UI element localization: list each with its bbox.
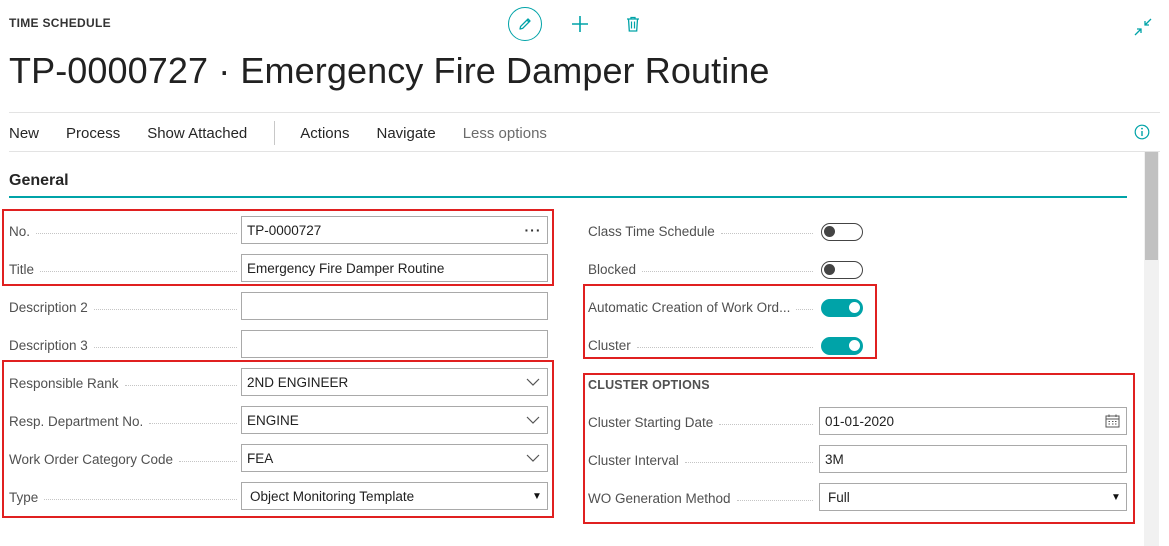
delete-button[interactable] (624, 13, 642, 35)
no-field[interactable]: TP-0000727 ··· (241, 216, 548, 244)
auto-creation-toggle[interactable] (821, 299, 863, 317)
title-divider (9, 112, 1160, 113)
action-separator (274, 121, 276, 145)
responsible-rank-field-label: Responsible Rank (9, 374, 237, 392)
dropdown-caret-icon[interactable]: ▼ (527, 491, 547, 502)
type-select[interactable]: Object Monitoring Template ▼ (241, 482, 548, 510)
process-action[interactable]: Process (66, 125, 120, 142)
section-title-general[interactable]: General (9, 172, 69, 190)
cluster-starting-date-field[interactable]: 01-01-2020 (819, 407, 1127, 435)
resp-department-field-label: Resp. Department No. (9, 412, 237, 430)
actionbar-divider (9, 151, 1160, 152)
no-field-label: No. (9, 222, 237, 240)
title-field[interactable]: Emergency Fire Damper Routine (241, 254, 548, 282)
plus-icon (572, 16, 588, 32)
wo-generation-method-select[interactable]: Full ▼ (819, 483, 1127, 511)
class-time-schedule-label: Class Time Schedule (588, 222, 813, 240)
class-time-schedule-toggle[interactable] (821, 223, 863, 241)
description3-field[interactable] (241, 330, 548, 358)
new-button[interactable] (569, 13, 591, 35)
action-bar: New Process Show Attached Actions Naviga… (9, 116, 574, 150)
section-underline (9, 196, 1127, 198)
chevron-down-icon[interactable] (519, 445, 547, 471)
navigate-menu[interactable]: Navigate (376, 125, 435, 142)
responsible-rank-field[interactable]: 2ND ENGINEER (241, 368, 548, 396)
edit-button[interactable] (508, 7, 542, 41)
resp-department-field[interactable]: ENGINE (241, 406, 548, 434)
page-caption: TIME SCHEDULE (9, 16, 111, 30)
new-action[interactable]: New (9, 125, 39, 142)
blocked-toggle[interactable] (821, 261, 863, 279)
cluster-label: Cluster (588, 336, 813, 354)
calendar-icon[interactable] (1098, 408, 1126, 434)
info-button[interactable] (1134, 124, 1150, 140)
cluster-interval-label: Cluster Interval (588, 451, 813, 469)
type-field-label: Type (9, 488, 237, 506)
chevron-down-icon[interactable] (519, 407, 547, 433)
trash-icon (627, 16, 639, 32)
description3-field-label: Description 3 (9, 336, 237, 354)
info-icon (1134, 124, 1150, 140)
top-action-bar (508, 6, 642, 42)
cluster-interval-field[interactable]: 3M (819, 445, 1127, 473)
cluster-options-title: CLUSTER OPTIONS (588, 378, 710, 392)
auto-creation-label: Automatic Creation of Work Ord... (588, 298, 813, 316)
cluster-toggle[interactable] (821, 337, 863, 355)
wo-generation-method-label: WO Generation Method (588, 489, 813, 507)
pencil-icon (519, 18, 531, 30)
dropdown-caret-icon[interactable]: ▼ (1106, 492, 1126, 503)
title-field-label: Title (9, 260, 237, 278)
show-attached-action[interactable]: Show Attached (147, 125, 247, 142)
wo-category-field[interactable]: FEA (241, 444, 548, 472)
chevron-down-icon[interactable] (519, 369, 547, 395)
scrollbar-thumb[interactable] (1145, 152, 1158, 260)
collapse-button[interactable] (1133, 17, 1153, 37)
actions-menu[interactable]: Actions (300, 125, 349, 142)
page-title: TP-0000727 · Emergency Fire Damper Routi… (9, 50, 770, 91)
less-options-button[interactable]: Less options (463, 125, 547, 142)
wo-category-field-label: Work Order Category Code (9, 450, 237, 468)
blocked-label: Blocked (588, 260, 813, 278)
lookup-ellipsis-button[interactable]: ··· (519, 222, 547, 238)
cluster-starting-date-label: Cluster Starting Date (588, 413, 813, 431)
description2-field[interactable] (241, 292, 548, 320)
collapse-arrows-icon (1134, 18, 1152, 36)
description2-field-label: Description 2 (9, 298, 237, 316)
